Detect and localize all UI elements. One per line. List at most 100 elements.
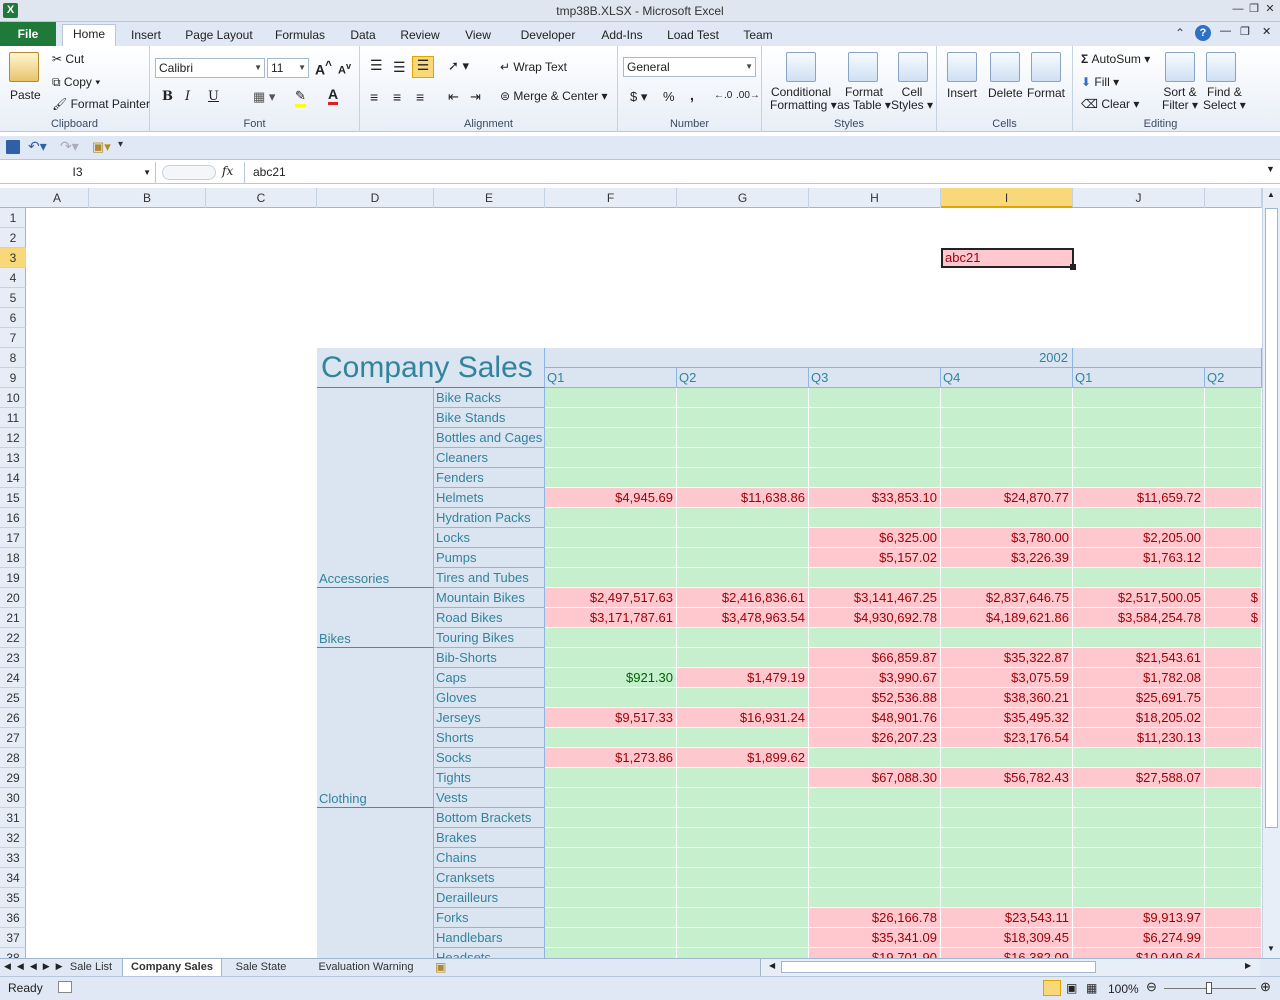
minimize-ribbon-icon[interactable]: ⌃ [1175,26,1185,40]
sales-value-cell[interactable] [677,868,809,888]
formula-input[interactable]: abc21 [244,162,1266,183]
sales-value-cell[interactable] [545,388,677,408]
row-header-19[interactable]: 19 [0,568,26,588]
macro-record-icon[interactable] [58,981,72,993]
sales-value-cell[interactable] [941,788,1073,808]
sales-value-cell[interactable] [677,528,809,548]
sales-value-cell-q2[interactable] [1205,888,1262,908]
column-header-d[interactable]: D [317,188,434,208]
vertical-scroll-thumb[interactable] [1265,208,1278,828]
font-name-combo[interactable]: Calibri ▼ [155,58,265,78]
vertical-scrollbar[interactable]: ▲ ▼ [1262,188,1280,958]
sales-value-cell[interactable]: $23,176.54 [941,728,1073,748]
sales-value-cell[interactable]: $9,517.33 [545,708,677,728]
underline-button[interactable]: U [208,89,219,104]
row-header-20[interactable]: 20 [0,588,26,608]
sales-value-cell[interactable] [545,808,677,828]
sales-value-cell[interactable]: $1,273.86 [545,748,677,768]
sales-value-cell[interactable] [677,808,809,828]
tab-review[interactable]: Review [392,26,448,46]
tab-home[interactable]: Home [62,24,116,46]
sales-value-cell[interactable]: $27,588.07 [1073,768,1205,788]
sales-value-cell-q2[interactable] [1205,748,1262,768]
product-name[interactable]: Bib-Shorts [434,648,545,668]
sales-value-cell-q2[interactable] [1205,768,1262,788]
sales-value-cell[interactable] [677,768,809,788]
sales-value-cell[interactable]: $52,536.88 [809,688,941,708]
comma-button[interactable]: , [690,87,694,103]
sales-value-cell[interactable]: $921.30 [545,668,677,688]
product-name[interactable]: Jerseys [434,708,545,728]
sales-value-cell[interactable] [677,468,809,488]
decrease-indent-icon[interactable]: ⇤ [448,89,459,105]
sales-value-cell-q2[interactable] [1205,708,1262,728]
row-header-37[interactable]: 37 [0,928,26,948]
zoom-level[interactable]: 100% [1108,982,1139,996]
sales-value-cell[interactable]: $35,341.09 [809,928,941,948]
sales-value-cell[interactable] [809,448,941,468]
product-name[interactable]: Pumps [434,548,545,568]
sales-value-cell[interactable]: $23,543.11 [941,908,1073,928]
row-header-30[interactable]: 30 [0,788,26,808]
percent-button[interactable]: % [663,89,675,104]
tab-data[interactable]: Data [342,26,384,46]
sort-filter-icon[interactable] [1165,52,1195,82]
sales-value-cell[interactable] [545,628,677,648]
sales-value-cell[interactable]: $10,949.64 [1073,948,1205,958]
sales-value-cell[interactable]: $35,322.87 [941,648,1073,668]
sort-filter-button[interactable]: Sort & Filter ▾ [1162,86,1198,112]
product-name[interactable]: Chains [434,848,545,868]
sales-value-cell[interactable]: $3,141,467.25 [809,588,941,608]
sales-value-cell[interactable]: $11,659.72 [1073,488,1205,508]
row-header-29[interactable]: 29 [0,768,26,788]
sales-value-cell[interactable]: $9,913.97 [1073,908,1205,928]
sales-value-cell[interactable] [545,928,677,948]
sales-value-cell-q2[interactable] [1205,908,1262,928]
italic-button[interactable]: I [185,89,190,104]
tab-developer[interactable]: Developer [512,26,584,46]
sales-value-cell[interactable] [677,888,809,908]
sales-value-cell[interactable] [941,388,1073,408]
sales-value-cell[interactable] [545,508,677,528]
sales-value-cell[interactable] [809,408,941,428]
horizontal-scroll-thumb[interactable] [781,961,1096,973]
scroll-up-icon[interactable]: ▲ [1267,190,1275,199]
save-icon[interactable] [6,140,20,154]
normal-view-icon[interactable] [1043,980,1061,996]
product-name[interactable]: Gloves [434,688,545,708]
sales-value-cell[interactable] [1073,448,1205,468]
sales-value-cell[interactable] [1073,848,1205,868]
cut-button[interactable]: ✂ Cut [52,52,84,66]
sales-value-cell[interactable] [941,568,1073,588]
product-name[interactable]: Bike Stands [434,408,545,428]
sales-value-cell-q2[interactable] [1205,948,1262,958]
sales-value-cell[interactable]: $19,701.90 [809,948,941,958]
product-name[interactable]: Cranksets [434,868,545,888]
sales-value-cell[interactable]: $3,171,787.61 [545,608,677,628]
sales-value-cell[interactable]: $1,782.08 [1073,668,1205,688]
product-name[interactable]: Tights [434,768,545,788]
fill-button[interactable]: ⬇ Fill ▾ [1081,75,1119,89]
sales-value-cell[interactable] [545,868,677,888]
sales-value-cell[interactable] [1073,788,1205,808]
doc-restore-icon[interactable]: ❐ [1240,25,1250,38]
sales-value-cell[interactable]: $21,543.61 [1073,648,1205,668]
sales-value-cell[interactable] [1073,628,1205,648]
align-middle-icon[interactable]: ☰ [393,59,406,76]
cell-styles-icon[interactable] [898,52,928,82]
name-box[interactable]: I3 ▼ [0,162,156,183]
sales-value-cell[interactable] [545,788,677,808]
sales-value-cell[interactable] [677,408,809,428]
sales-value-cell[interactable] [809,888,941,908]
sales-value-cell[interactable] [941,868,1073,888]
row-header-15[interactable]: 15 [0,488,26,508]
sales-value-cell[interactable] [809,788,941,808]
sales-value-cell-q2[interactable] [1205,788,1262,808]
sales-value-cell[interactable]: $3,990.67 [809,668,941,688]
sales-value-cell[interactable] [677,848,809,868]
sales-value-cell[interactable] [1073,568,1205,588]
product-name[interactable]: Bike Racks [434,388,545,408]
sales-value-cell[interactable] [545,548,677,568]
sales-value-cell[interactable] [677,568,809,588]
sales-value-cell[interactable]: $3,780.00 [941,528,1073,548]
